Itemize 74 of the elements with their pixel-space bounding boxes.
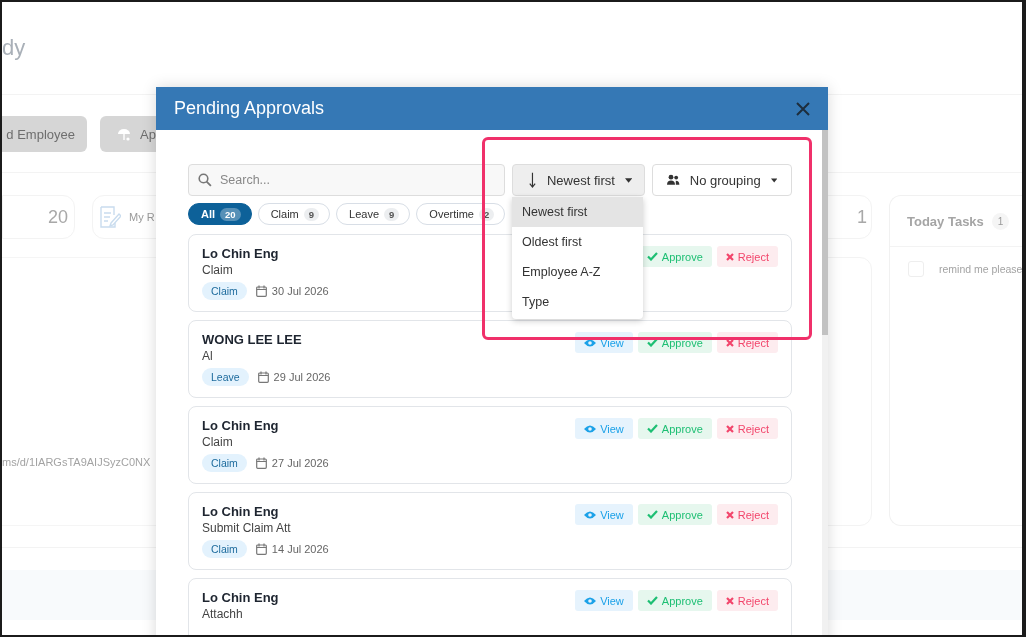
toolbar-button[interactable]: d Employee — [2, 116, 87, 152]
eye-icon — [584, 338, 597, 347]
document-icon — [99, 205, 121, 229]
view-button[interactable]: View — [575, 590, 633, 611]
search-field[interactable]: Search... — [188, 164, 505, 196]
type-tag: Claim — [202, 454, 247, 472]
view-button[interactable]: View — [575, 504, 633, 525]
calendar-icon — [257, 371, 269, 383]
close-icon — [725, 252, 734, 261]
stat-value: 1 — [857, 206, 867, 228]
filter-chip[interactable]: All 20 — [188, 203, 252, 225]
reject-button[interactable]: Reject — [716, 246, 778, 267]
request-date: 29 Jul 2026 — [273, 371, 331, 383]
request-title: Submit Claim Att — [202, 521, 292, 535]
check-icon — [646, 252, 658, 261]
employee-name: Lo Chin Eng — [202, 504, 280, 519]
sort-dropdown[interactable]: Newest first — [512, 164, 645, 196]
type-tag: Leave — [202, 368, 249, 386]
approve-button[interactable]: Approve — [637, 332, 712, 353]
eye-icon — [584, 424, 597, 433]
close-icon — [725, 338, 734, 347]
menu-item[interactable]: Newest first — [512, 197, 643, 227]
grouping-dropdown[interactable]: No grouping — [652, 164, 792, 196]
scrollbar[interactable] — [822, 130, 828, 635]
request-title: Claim — [202, 263, 234, 277]
filter-chip[interactable]: Leave 9 — [336, 203, 411, 225]
calendar-icon — [255, 457, 267, 469]
check-icon — [646, 596, 658, 605]
card-title: Today Tasks — [907, 213, 984, 229]
view-button[interactable]: View — [575, 418, 633, 439]
caret-icon — [624, 177, 632, 183]
approve-button[interactable]: Approve — [637, 504, 712, 525]
page-title: dy — [2, 35, 26, 60]
employee-name: WONG LEE LEE — [202, 332, 303, 347]
check-icon — [646, 338, 658, 347]
close-icon — [725, 596, 734, 605]
task-text: remind me please — [939, 263, 1022, 275]
request-title: Attachh — [202, 607, 244, 621]
caret-icon — [770, 177, 777, 183]
employee-name: Lo Chin Eng — [202, 418, 280, 433]
type-tag: Claim — [202, 540, 247, 558]
stat-label: My R — [129, 211, 155, 223]
menu-item[interactable]: Type — [512, 287, 643, 317]
request-title: Al — [202, 349, 214, 363]
approve-button[interactable]: Approve — [637, 590, 712, 611]
users-icon — [667, 173, 680, 187]
eye-icon — [584, 596, 597, 605]
request-date: 27 Jul 2026 — [271, 457, 329, 469]
calendar-icon — [255, 285, 267, 297]
reject-button[interactable]: Reject — [716, 590, 778, 611]
employee-name: Lo Chin Eng — [202, 590, 279, 605]
calendar-icon — [255, 543, 267, 555]
search-icon — [198, 173, 212, 187]
request-title: Claim — [202, 435, 234, 449]
eye-icon — [584, 510, 597, 519]
check-icon — [646, 424, 658, 433]
arrow-down-icon — [528, 171, 537, 189]
reject-button[interactable]: Reject — [716, 418, 778, 439]
link-text: ms/d/1IARGsTA9AIJSyzC0NX — [2, 456, 151, 468]
reject-button[interactable]: Reject — [716, 504, 778, 525]
close-icon — [725, 424, 734, 433]
employee-name: Lo Chin Eng — [202, 246, 280, 261]
request-date: 14 Jul 2026 — [271, 543, 329, 555]
umbrella-icon — [116, 126, 132, 142]
request-date: 30 Jul 2026 — [271, 285, 329, 297]
count-badge: 1 — [991, 212, 1010, 230]
check-icon — [646, 510, 658, 519]
approve-button[interactable]: Approve — [637, 418, 712, 439]
filter-chip[interactable]: Claim 9 — [257, 203, 331, 225]
type-tag: Claim — [202, 282, 247, 300]
close-icon — [725, 510, 734, 519]
close-icon[interactable] — [796, 101, 810, 116]
dialog-title: Pending Approvals — [174, 98, 325, 119]
stat-value: 20 — [47, 206, 68, 228]
